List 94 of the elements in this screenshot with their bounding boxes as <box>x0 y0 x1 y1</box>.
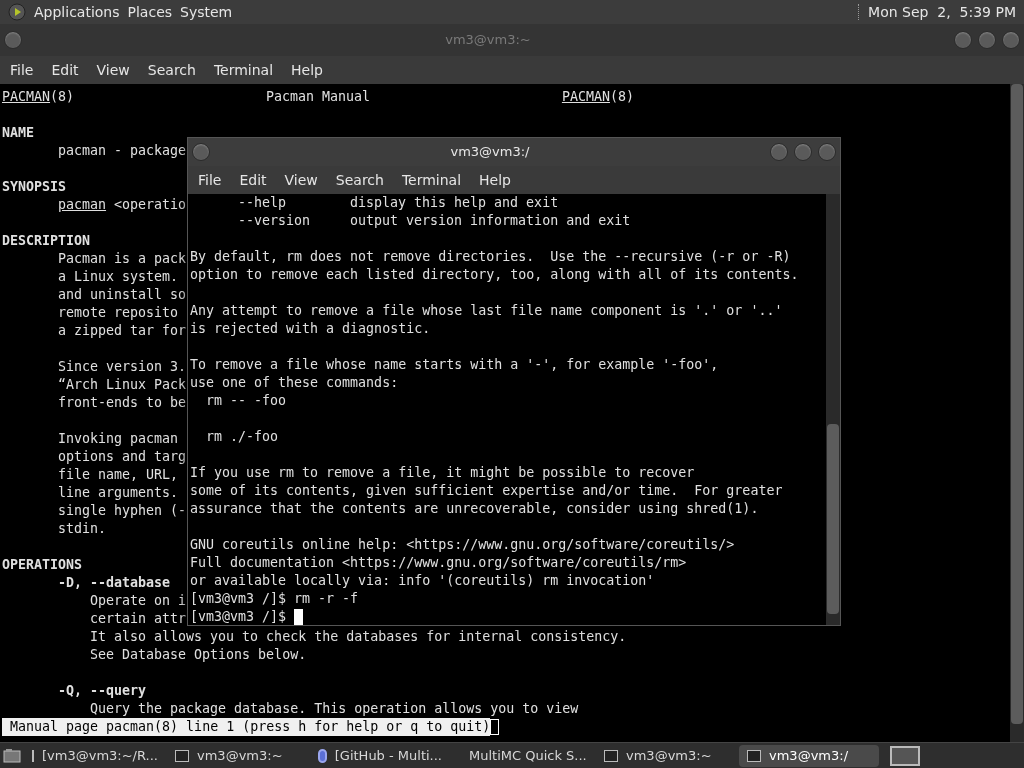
window-menu-button[interactable] <box>192 143 210 161</box>
menu-item[interactable]: Edit <box>43 59 87 81</box>
terminal-text: -Q, --query <box>58 682 147 700</box>
text-cursor <box>490 719 500 735</box>
option-name: --version <box>238 212 312 230</box>
menu-item[interactable]: File <box>2 59 42 81</box>
window-title: vm3@vm3:~ <box>445 31 531 50</box>
scroll-thumb[interactable] <box>1011 84 1023 724</box>
menu-item[interactable]: File <box>190 169 230 191</box>
menu-item[interactable]: Search <box>139 59 204 81</box>
terminal-text: single hyphen (- <box>58 502 187 520</box>
man-header: PACMAN(8) <box>561 88 634 106</box>
terminal-text: If you use rm to remove a file, it might be possible to recover <box>190 465 695 480</box>
terminal-text: some of its contents, given sufficient expertise and/or time. For greater <box>190 483 783 498</box>
option-description: output version information and exit <box>350 212 631 230</box>
taskbar-item[interactable]: [GitHub - Multi... <box>310 744 450 767</box>
menu-item[interactable]: View <box>88 59 138 81</box>
taskbar-item[interactable]: vm3@vm3:~ <box>596 744 736 767</box>
terminal-text: <operatio <box>114 196 187 214</box>
terminal-text: Query the package database. This operation allows you to view <box>90 700 579 718</box>
terminal-text: Pacman is a pack <box>58 250 187 268</box>
terminal-text: use one of these commands: <box>190 375 399 390</box>
terminal-text: DESCRIPTION <box>2 232 91 250</box>
terminal-text: -D, --database <box>58 574 171 592</box>
shell-prompt: [vm3@vm3 /]$ <box>190 590 287 608</box>
option-description: display this help and exit <box>350 194 559 212</box>
terminal-text: NAME <box>2 124 35 142</box>
terminal-text: remote reposito <box>58 304 179 322</box>
panel-menu[interactable]: Places <box>127 1 173 23</box>
terminal-text: Since version 3. <box>58 358 187 376</box>
menu-item[interactable]: View <box>276 169 326 191</box>
pager-status: Manual page pacman(8) line 1 (press h for help or q to quit) <box>2 718 491 736</box>
terminal-text: Operate on i <box>90 592 187 610</box>
menu-item[interactable]: Terminal <box>205 59 282 81</box>
panel-menu[interactable]: System <box>180 1 233 23</box>
terminal-text: Any attempt to remove a file whose last file name component is '.' or '..' <box>190 303 783 318</box>
terminal-text: and uninstall so <box>58 286 187 304</box>
terminal-text: file name, URL, <box>58 466 179 484</box>
shell-prompt: [vm3@vm3 /]$ <box>190 608 287 626</box>
panel-menu[interactable]: Applications <box>34 1 120 23</box>
menu-item[interactable]: Help <box>471 169 519 191</box>
scrollbar[interactable] <box>826 194 840 625</box>
terminal-text: Invoking pacman <box>58 430 179 448</box>
terminal-text: certain attr <box>90 610 187 628</box>
maximize-button[interactable] <box>794 143 812 161</box>
menu-item[interactable]: Help <box>283 59 331 81</box>
workspace-switcher[interactable] <box>890 745 920 766</box>
man-reference: pacman <box>58 196 107 214</box>
close-button[interactable] <box>818 143 836 161</box>
clock[interactable]: Mon Sep 2, 5:39 PM <box>868 1 1016 23</box>
terminal-text: rm -r -f <box>294 590 359 608</box>
man-header: PACMAN(8) <box>2 88 75 106</box>
terminal-text: stdin. <box>58 520 107 538</box>
window-menu-button[interactable] <box>4 31 22 49</box>
terminal-text: assurance that the contents are unrecoverable, consider using shred(1). <box>190 501 759 516</box>
terminal-text: is rejected with a diagnostic. <box>190 321 431 336</box>
minimize-button[interactable] <box>954 31 972 49</box>
terminal-text: or available locally via: info '(coreutils) rm invocation' <box>190 573 655 588</box>
taskbar-item[interactable]: MultiMC Quick S... <box>453 744 593 767</box>
terminal-text: “Arch Linux Pack <box>58 376 187 394</box>
menu-item[interactable]: Terminal <box>393 169 470 191</box>
terminal-text: options and targ <box>58 448 187 466</box>
minimize-button[interactable] <box>770 143 788 161</box>
maximize-button[interactable] <box>978 31 996 49</box>
menu-item[interactable]: Edit <box>231 169 275 191</box>
taskbar-item[interactable]: vm3@vm3:~ <box>167 744 307 767</box>
terminal-text: line arguments. <box>58 484 179 502</box>
app-menu-icon[interactable] <box>8 3 26 21</box>
man-header: Pacman Manual <box>265 88 371 106</box>
show-desktop-icon[interactable] <box>3 747 21 764</box>
scrollbar[interactable] <box>1010 84 1024 742</box>
terminal-text: GNU coreutils online help: <https://www.gnu.org/software/coreutils/> <box>190 537 735 552</box>
terminal-text: rm -- -foo <box>206 393 287 408</box>
terminal-text: By default, rm does not remove directories. Use the --recursive (-r or -R) <box>190 249 791 264</box>
terminal-text: rm ./-foo <box>206 429 279 444</box>
terminal-text: It also allows you to check the databases for internal consistency. <box>90 628 627 646</box>
terminal-text: Full documentation <https://www.gnu.org/software/coreutils/rm> <box>190 555 687 570</box>
option-name: --help <box>238 194 288 212</box>
close-button[interactable] <box>1002 31 1020 49</box>
terminal-text: OPERATIONS <box>2 556 83 574</box>
terminal-text: See Database Options below. <box>90 646 307 664</box>
terminal-text: a zipped tar for <box>58 322 187 340</box>
scroll-thumb[interactable] <box>827 424 839 614</box>
window-title: vm3@vm3:/ <box>450 143 530 162</box>
globe-icon <box>318 748 327 763</box>
taskbar-item[interactable]: [vm3@vm3:~/R... <box>24 744 164 767</box>
terminal-text: a Linux system. <box>58 268 179 286</box>
menu-item[interactable]: Search <box>327 169 392 191</box>
taskbar-item[interactable]: vm3@vm3:/ <box>739 744 879 767</box>
terminal-text: option to remove each listed directory, too, along with all of its contents. <box>190 267 799 282</box>
terminal-text: SYNOPSIS <box>2 178 67 196</box>
terminal-text: To remove a file whose name starts with a '-', for example '-foo', <box>190 357 719 372</box>
terminal-text: pacman - package <box>58 142 187 160</box>
terminal-text: front-ends to be <box>58 394 187 412</box>
